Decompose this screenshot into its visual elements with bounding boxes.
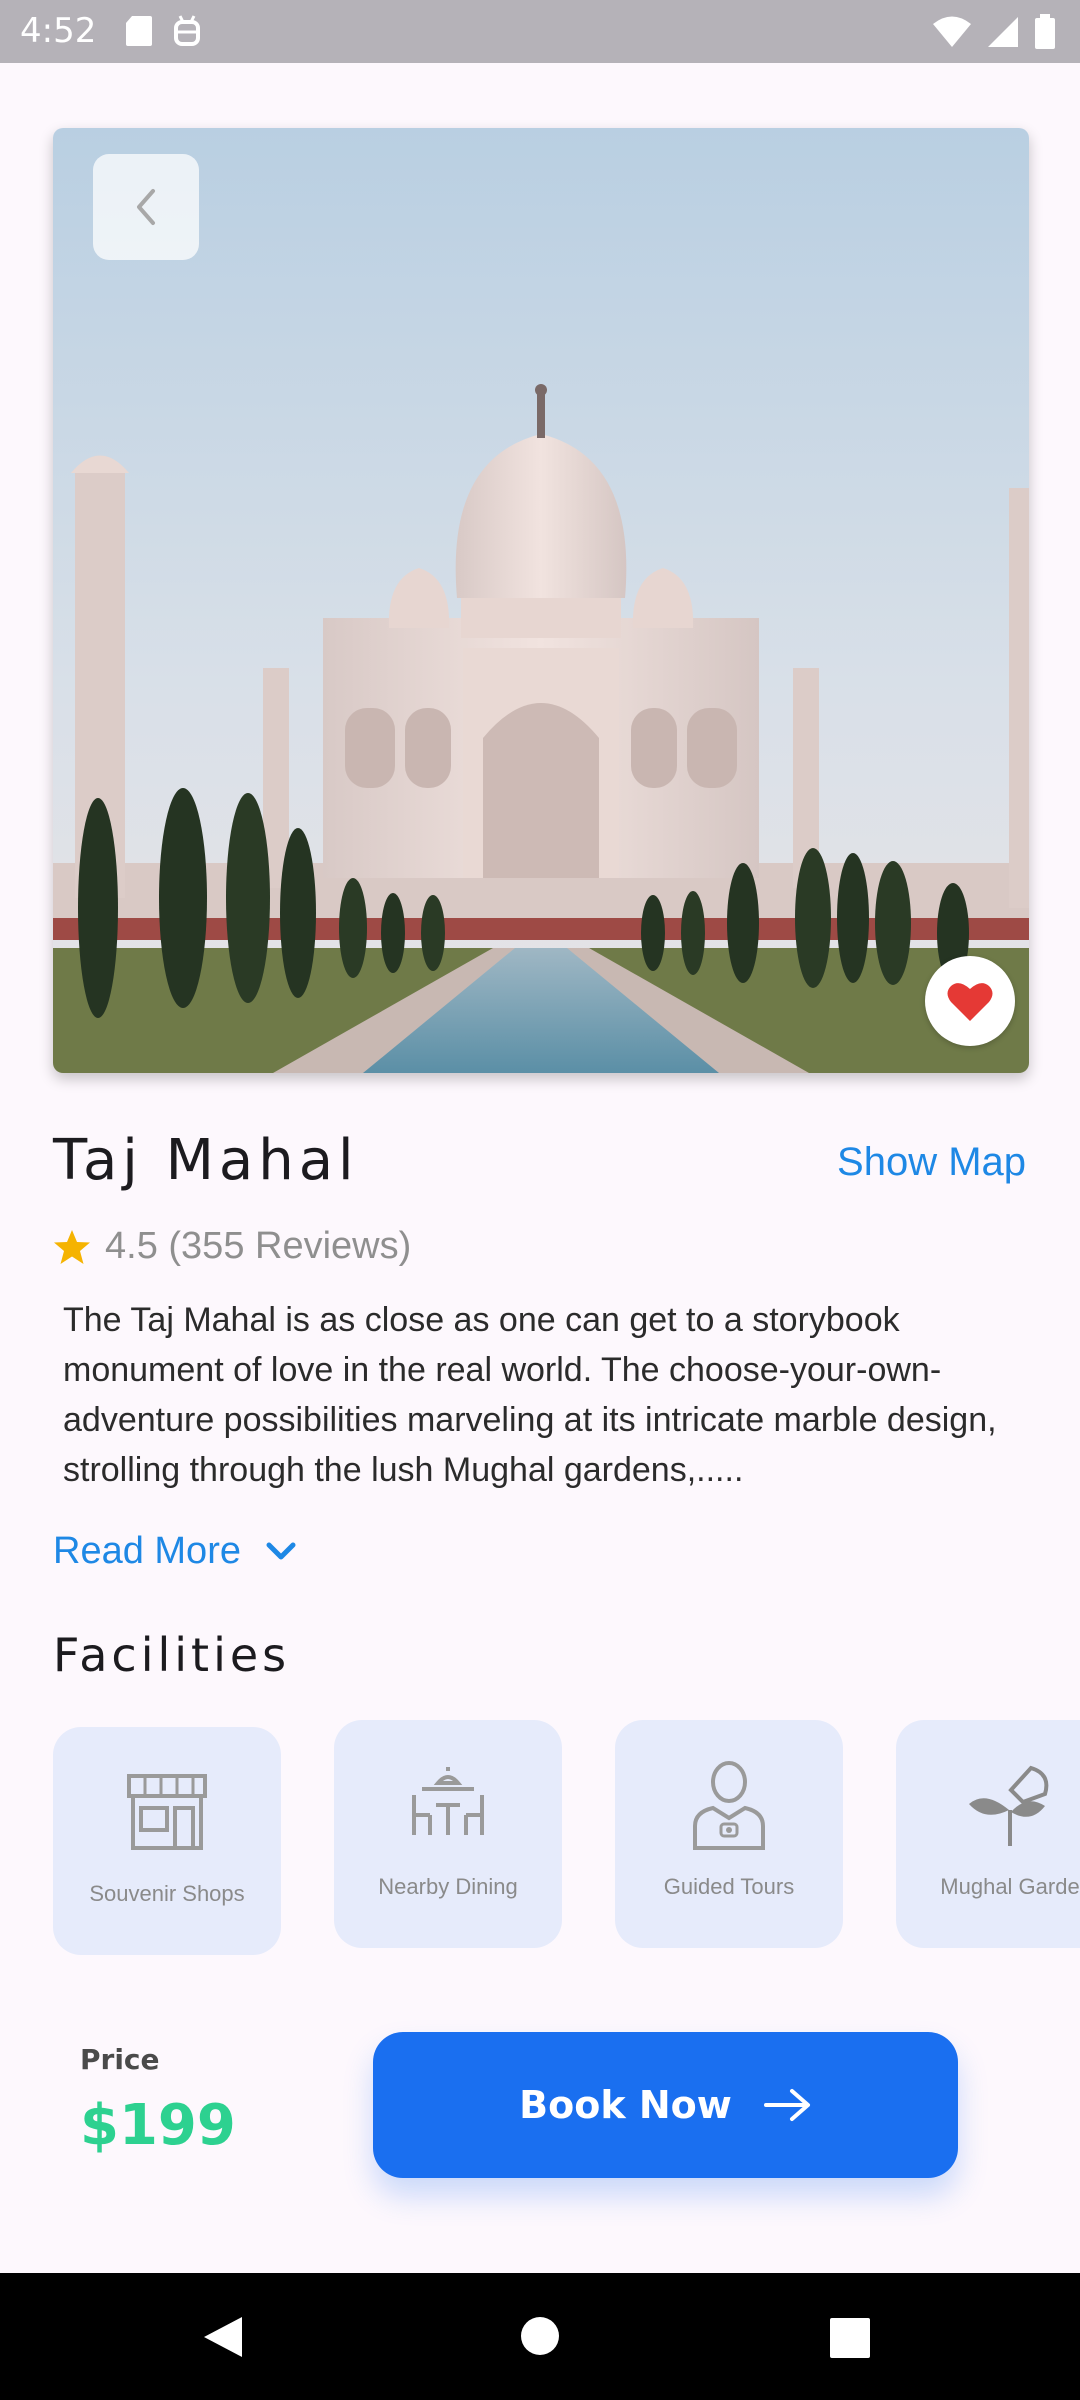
read-more-button[interactable]: Read More — [53, 1530, 297, 1573]
android-icon — [174, 15, 200, 46]
price-label: Price — [80, 2043, 160, 2076]
nav-back-icon[interactable] — [202, 2315, 244, 2359]
facility-guided-tours[interactable]: Guided Tours — [615, 1720, 843, 1948]
star-icon — [54, 1229, 90, 1264]
facility-souvenir-shops[interactable]: Souvenir Shops — [53, 1727, 281, 1955]
price-value: $199 — [80, 2093, 236, 2158]
facility-nearby-dining[interactable]: Nearby Dining — [334, 1720, 562, 1948]
arrow-right-icon — [763, 2089, 810, 2121]
facilities-title: Facilities — [53, 1628, 291, 1682]
nav-recents-icon[interactable] — [830, 2318, 870, 2358]
guide-icon — [693, 1761, 765, 1850]
place-description: The Taj Mahal is as close as one can get… — [63, 1301, 997, 1489]
rating-text: 4.5 (355 Reviews) — [105, 1225, 411, 1268]
status-notifications — [124, 14, 202, 48]
chevron-left-icon — [137, 189, 155, 225]
facility-label: Nearby Dining — [378, 1874, 518, 1899]
rating-row: 4.5 (355 Reviews) — [53, 1225, 411, 1268]
hero-image — [53, 128, 1029, 1073]
nav-home-icon[interactable] — [520, 2316, 560, 2356]
system-nav-bar — [0, 2273, 1080, 2400]
shop-icon — [127, 1774, 207, 1850]
review-count: (355 Reviews) — [168, 1225, 412, 1267]
chevron-down-icon — [266, 1542, 296, 1559]
read-more-label: Read More — [53, 1530, 241, 1572]
dining-icon — [412, 1767, 484, 1835]
place-title: Taj Mahal — [53, 1128, 359, 1193]
book-now-label: Book Now — [519, 2083, 732, 2127]
facility-label: Guided Tours — [663, 1874, 795, 1899]
sd-card-icon — [126, 16, 152, 46]
facility-label: Mughal Garde — [940, 1874, 1080, 1899]
battery-icon — [1035, 14, 1055, 49]
show-map-link[interactable]: Show Map — [837, 1140, 1026, 1185]
facility-mughal-gardens[interactable]: Mughal Garde — [896, 1720, 1080, 1948]
status-system-icons — [932, 14, 1056, 50]
status-bar: 4:52 — [0, 0, 1080, 63]
back-button[interactable] — [93, 154, 199, 260]
taj-mahal-photo — [53, 128, 1029, 1073]
book-now-button[interactable]: Book Now — [373, 2032, 958, 2178]
heart-icon — [947, 983, 993, 1021]
facility-label: Souvenir Shops — [89, 1881, 245, 1906]
status-time: 4:52 — [20, 11, 97, 51]
signal-icon — [988, 17, 1018, 47]
rating-value: 4.5 — [105, 1225, 158, 1267]
favorite-button[interactable] — [925, 956, 1015, 1046]
wifi-icon — [933, 16, 971, 47]
plant-icon — [969, 1765, 1049, 1846]
